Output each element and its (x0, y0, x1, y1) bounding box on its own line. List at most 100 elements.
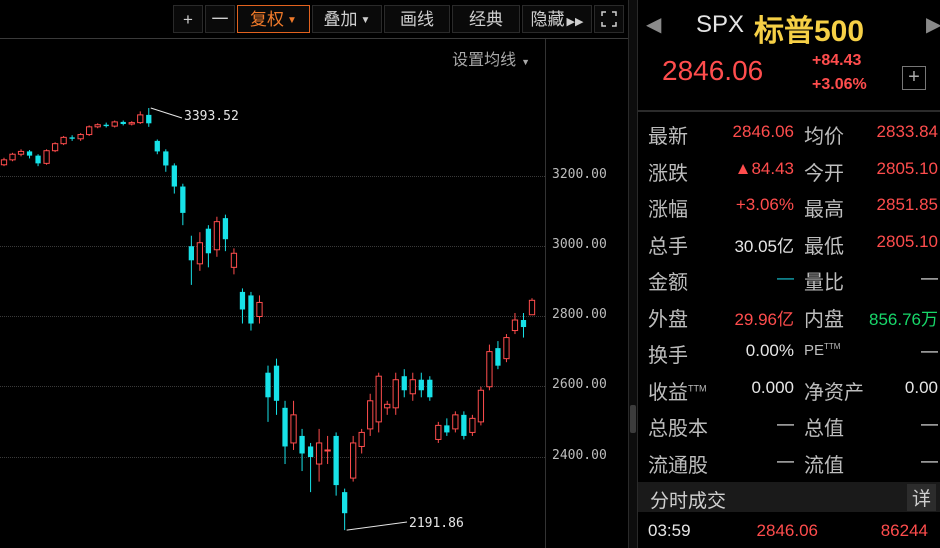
candle-body (171, 165, 177, 187)
candlestick (120, 120, 126, 126)
candle-body (60, 136, 67, 145)
candlestick (350, 435, 357, 482)
candle-body (128, 122, 135, 125)
candlestick (401, 369, 407, 398)
candle-body (469, 417, 476, 433)
candlestick (469, 414, 476, 436)
ticker-header: ◀ SPX 标普500 ▶ (638, 0, 940, 50)
stat-value: — (921, 341, 938, 360)
candlestick (528, 298, 536, 316)
candlestick (9, 152, 16, 162)
candle-body (528, 299, 536, 316)
candlestick (171, 163, 177, 194)
candlestick (461, 411, 467, 440)
add-watchlist-button[interactable]: + (902, 66, 926, 90)
candlestick (248, 291, 254, 331)
stat-label: 量比 (804, 272, 844, 294)
candle-body (137, 114, 144, 124)
candle-body (205, 228, 212, 254)
prev-security-arrow-icon[interactable]: ◀ (646, 12, 661, 37)
stat-value: — (777, 450, 794, 470)
stat-value: 856.76万 (869, 309, 938, 329)
candlestick (154, 139, 160, 155)
panel-divider[interactable] (628, 0, 638, 548)
stat-value: 2846.06 (732, 122, 794, 141)
candlestick (273, 358, 280, 415)
kline-chart-area[interactable]: + 一 复权 ▼ 叠加 ▼ 画线 经典 隐藏 ▶▶ 设置均线 ▼ 3200.00 300… (0, 0, 628, 548)
stat-label: 均价 (804, 126, 844, 148)
candle-body (520, 320, 527, 328)
collapse-handle[interactable] (630, 405, 636, 433)
candle-body (350, 442, 357, 479)
candlestick (26, 150, 33, 159)
candlestick (196, 232, 204, 271)
stat-row: 最新 2846.06 均价 2833.84 (638, 114, 940, 150)
candlestick (205, 225, 212, 268)
stat-value: 2833.84 (876, 122, 938, 141)
double-arrow-right-icon: ▶▶ (566, 16, 584, 28)
stat-value: 0.00% (745, 341, 794, 360)
y-axis-label: 3200.00 (552, 167, 607, 182)
stat-label: 涨幅 (648, 199, 688, 221)
fullscreen-icon (601, 11, 617, 27)
stat-value: 2851.85 (876, 195, 938, 214)
candlestick (51, 142, 59, 153)
ticks-header: 分时成交 详 (638, 482, 940, 512)
candlestick (409, 372, 416, 401)
candle-body (43, 150, 50, 164)
ticks-detail-button[interactable]: 详 (906, 484, 936, 511)
stat-value: — (921, 414, 938, 433)
candlestick (290, 400, 297, 450)
candle-body (256, 301, 263, 318)
candle-body (342, 492, 348, 514)
high-price-annotation: 3393.52 (184, 109, 239, 124)
candlestick (503, 334, 510, 363)
candlestick (342, 488, 348, 531)
candlestick-plot[interactable] (0, 0, 545, 548)
candle-body (265, 372, 271, 398)
candlestick (17, 149, 25, 157)
candlestick (77, 133, 84, 141)
candle-body (392, 379, 399, 409)
candle-body (358, 431, 365, 447)
candlestick (86, 125, 93, 136)
y-axis-label: 3000.00 (552, 237, 607, 252)
candle-body (444, 425, 450, 433)
candle-body (273, 365, 280, 401)
candle-body (9, 153, 16, 161)
candlestick (418, 372, 424, 398)
stat-row: 涨幅 +3.06% 最高 2851.85 (638, 187, 940, 223)
stat-label: 流值 (804, 454, 844, 477)
candlestick (239, 288, 246, 324)
candlestick (103, 122, 109, 128)
next-security-arrow-icon[interactable]: ▶ (926, 12, 940, 37)
candlestick (146, 108, 152, 127)
candlestick (307, 442, 314, 493)
candle-body (120, 121, 126, 125)
stat-value: 2805.10 (876, 231, 938, 251)
stat-value: — (777, 414, 794, 433)
y-axis-label: 2400.00 (552, 448, 607, 463)
candlestick (299, 428, 305, 472)
candle-body (290, 414, 297, 444)
candlestick (265, 365, 271, 422)
low-price-annotation: 2191.86 (409, 516, 464, 531)
candlestick (213, 216, 221, 257)
candlestick (358, 428, 365, 454)
candlestick (520, 312, 527, 338)
stat-value: 2805.10 (876, 158, 938, 178)
stat-value: 0.00 (904, 377, 938, 397)
ttm-superscript: TTM (688, 382, 707, 393)
stat-value: 0.000 (751, 377, 794, 397)
tick-row: 03:59 2846.06 86244 (638, 516, 940, 546)
fullscreen-button[interactable] (594, 5, 624, 33)
candle-body (401, 376, 407, 391)
candle-body (511, 319, 519, 332)
candle-body (146, 114, 152, 124)
candlestick (60, 135, 67, 146)
candlestick (495, 341, 501, 370)
change-value: +84.43 (812, 52, 862, 69)
stat-label: 外盘 (648, 308, 688, 331)
candlestick (427, 376, 433, 401)
candlestick (222, 214, 229, 252)
